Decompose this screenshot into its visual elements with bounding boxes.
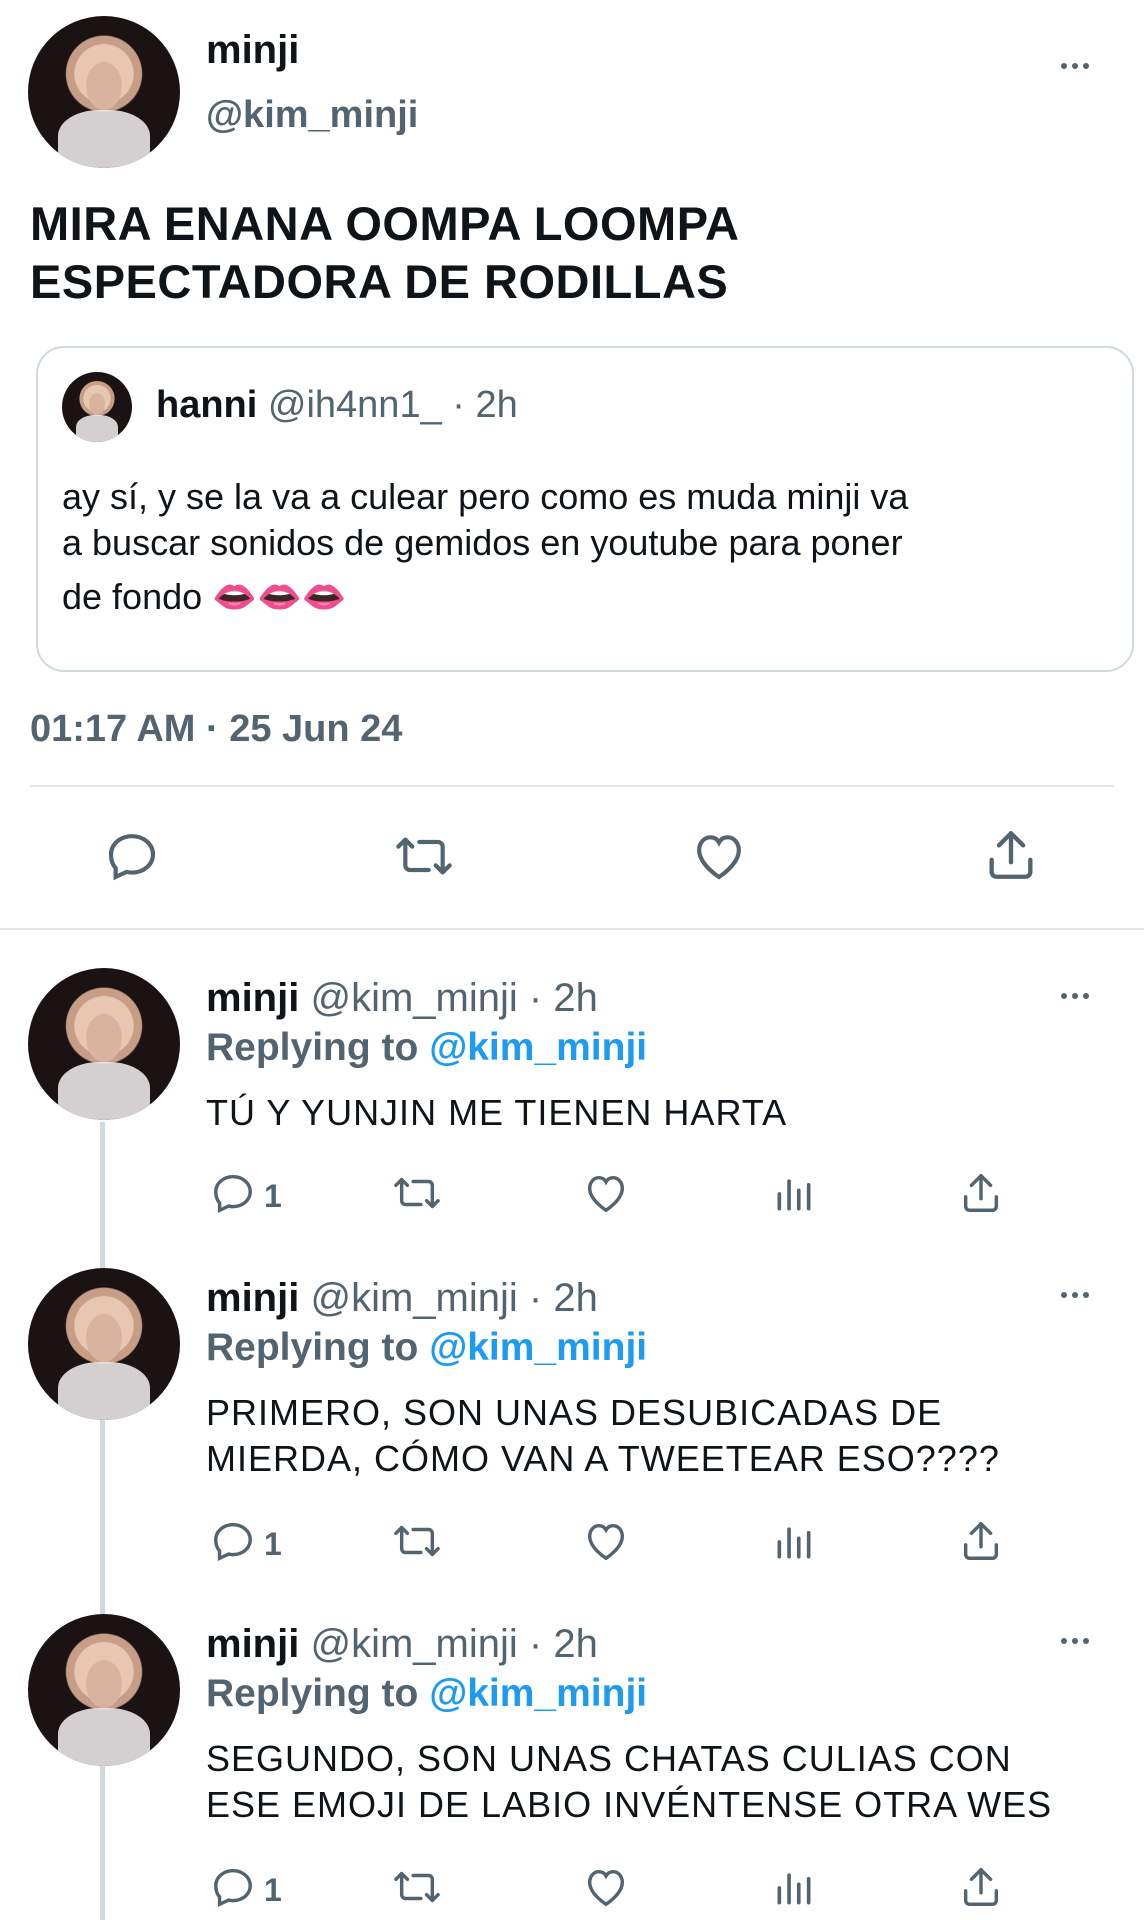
reply-display-name[interactable]: minji [206,1276,299,1320]
reply-display-name[interactable]: minji [206,976,299,1020]
reply-time: · 2h [528,1276,598,1320]
reply-time: · 2h [528,976,598,1020]
reply-text-line-2: MIERDA, CÓMO VAN A TWEETEAR ESO???? [206,1438,1000,1479]
retweet-icon[interactable] [392,828,456,884]
reply-header: minji @kim_minji · 2h [206,1276,598,1321]
reply-count: 1 [264,1872,282,1908]
reply-action-bar: 1 [206,1864,1016,1918]
heart-icon[interactable] [582,1864,630,1910]
reply-text-line-2: ESE EMOJI DE LABIO INVÉNTENSE OTRA WES [206,1784,1053,1825]
reply-icon[interactable] [210,1864,256,1910]
reply-text-line-1: SEGUNDO, SON UNAS CHATAS CULIAS CON [206,1738,1012,1779]
replying-to: Replying to @kim_minji [206,1672,647,1716]
share-icon[interactable] [958,1170,1004,1216]
quoted-text-line-3: de fondo 👄👄👄 [62,576,347,617]
heart-icon[interactable] [582,1518,630,1564]
quoted-avatar[interactable] [62,372,132,442]
reply-avatar[interactable] [28,1268,180,1420]
more-icon[interactable] [1061,993,1089,999]
replying-label: Replying to [206,1026,419,1069]
share-icon[interactable] [958,1518,1004,1564]
reply-header: minji @kim_minji · 2h [206,976,598,1021]
quoted-display-name[interactable]: hanni [156,384,257,426]
analytics-icon[interactable] [772,1520,816,1564]
replying-to: Replying to @kim_minji [206,1026,647,1070]
more-icon[interactable] [1061,1638,1089,1644]
retweet-icon[interactable] [390,1518,444,1564]
quoted-text-line-2: a buscar sonidos de gemidos en youtube p… [62,522,903,563]
replying-handle-link[interactable]: @kim_minji [429,1672,647,1715]
reply-icon[interactable] [210,1170,256,1216]
reply-icon[interactable] [104,828,160,884]
reply-time: · 2h [528,1622,598,1666]
reply-action-bar: 1 [206,1170,1016,1224]
reply-count: 1 [264,1178,282,1214]
reply-text-line-1: TÚ Y YUNJIN ME TIENEN HARTA [206,1092,788,1133]
replying-label: Replying to [206,1672,419,1715]
retweet-icon[interactable] [390,1864,444,1910]
reply-count: 1 [264,1526,282,1562]
thread-line [100,1122,105,1920]
reply-icon[interactable] [210,1518,256,1564]
quoted-text-line-1: ay sí, y se la va a culear pero como es … [62,476,909,517]
author-handle[interactable]: @kim_minji [206,94,418,137]
heart-icon[interactable] [582,1170,630,1216]
reply-avatar[interactable] [28,1614,180,1766]
reply-text-line-1: PRIMERO, SON UNAS DESUBICADAS DE [206,1392,943,1433]
analytics-icon[interactable] [772,1172,816,1216]
tweet-text-line-1: MIRA ENANA OOMPA LOOMPA [30,197,740,250]
reply-avatar[interactable] [28,968,180,1120]
reply-handle[interactable]: @kim_minji [310,976,517,1020]
replying-to: Replying to @kim_minji [206,1326,647,1370]
replying-handle-link[interactable]: @kim_minji [429,1026,647,1069]
reply-action-bar: 1 [206,1518,1016,1572]
quoted-time: · 2h [452,384,518,426]
reply-handle[interactable]: @kim_minji [310,1276,517,1320]
share-icon[interactable] [982,826,1040,884]
more-icon[interactable] [1061,63,1089,69]
analytics-icon[interactable] [772,1866,816,1910]
replying-handle-link[interactable]: @kim_minji [429,1326,647,1369]
reply-header: minji @kim_minji · 2h [206,1622,598,1667]
more-icon[interactable] [1061,1292,1089,1298]
tweet-text-line-2: ESPECTADORA DE RODILLAS [30,255,729,308]
share-icon[interactable] [958,1864,1004,1910]
reply-display-name[interactable]: minji [206,1622,299,1666]
heart-icon[interactable] [690,828,748,884]
replying-label: Replying to [206,1326,419,1369]
reply-handle[interactable]: @kim_minji [310,1622,517,1666]
quoted-handle[interactable]: @ih4nn1_ [268,384,442,426]
avatar[interactable] [28,16,180,168]
section-divider [0,928,1144,930]
divider [30,785,1114,787]
quoted-header: hanni @ih4nn1_ · 2h [156,384,518,427]
retweet-icon[interactable] [390,1170,444,1216]
author-display-name[interactable]: minji [206,28,299,73]
tweet-timestamp[interactable]: 01:17 AM · 25 Jun 24 [30,708,402,751]
